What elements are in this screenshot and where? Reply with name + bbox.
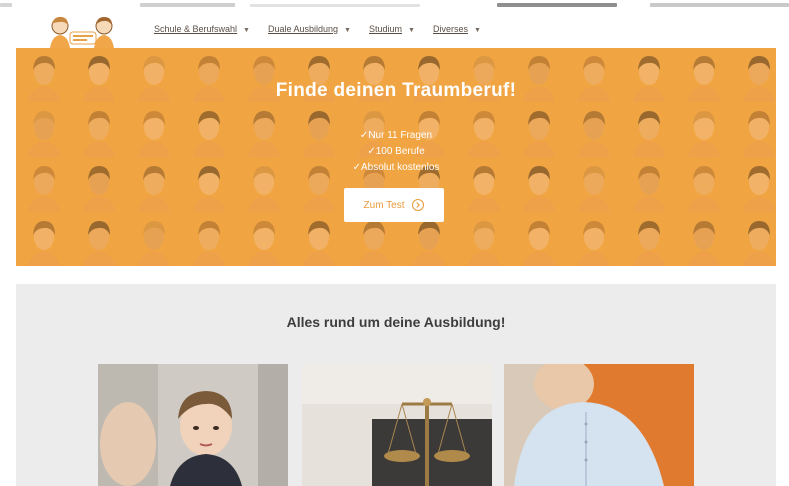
hero-title: Finde deinen Traumberuf!: [275, 80, 517, 101]
menu-item-studium[interactable]: Studium ▼: [369, 24, 415, 34]
strip-segment: [650, 3, 789, 7]
chevron-down-icon: ▼: [344, 27, 351, 34]
strip-segment: [140, 3, 235, 7]
menu-item-label: Duale Ausbildung: [267, 24, 339, 34]
zum-test-button[interactable]: Zum Test: [344, 188, 444, 222]
man-in-shirt-image: [504, 364, 694, 486]
menu-item-duale-ausbildung[interactable]: Duale Ausbildung ▼: [268, 24, 351, 34]
menu-item-label: Diverses: [432, 24, 468, 34]
section-title: Alles rund um deine Ausbildung!: [286, 314, 506, 330]
site-logo[interactable]: [42, 14, 124, 50]
card-woman-thinking[interactable]: [98, 364, 288, 486]
chevron-down-icon: ▼: [243, 27, 250, 34]
site-header: Schule & Berufswahl ▼ Duale Ausbildung ▼ S…: [0, 12, 789, 48]
card-man-in-shirt[interactable]: [504, 364, 694, 486]
strip-segment: [497, 3, 617, 7]
main-menu: Schule & Berufswahl ▼ Duale Ausbildung ▼ S…: [154, 24, 481, 34]
arrow-right-circle-icon: [412, 199, 425, 211]
menu-item-label: Schule & Berufswahl: [154, 24, 238, 34]
menu-item-diverses[interactable]: Diverses ▼: [433, 24, 481, 34]
browser-top-strip: [0, 0, 789, 12]
strip-segment: [250, 4, 420, 7]
zum-test-label: Zum Test: [363, 199, 405, 211]
chevron-down-icon: ▼: [473, 27, 481, 34]
menu-item-schule[interactable]: Schule & Berufswahl ▼: [154, 24, 250, 34]
hero-banner: Finde deinen Traumberuf! Nur 11 Fragen 1…: [16, 48, 776, 266]
hero-bullet: Absolut kostenlos: [16, 160, 776, 176]
hero-bullet: Nur 11 Fragen: [16, 128, 776, 144]
justice-scales-image: [302, 364, 492, 486]
chevron-down-icon: ▼: [408, 27, 415, 34]
menu-item-label: Studium: [368, 24, 403, 34]
card-justice-scales[interactable]: [302, 364, 492, 486]
hero-bullet: 100 Berufe: [16, 144, 776, 160]
hero-bullet-list: Nur 11 Fragen 100 Berufe Absolut kostenl…: [16, 128, 776, 176]
woman-thinking-image: [98, 364, 288, 486]
strip-segment: [0, 3, 12, 7]
ausbildung-section: Alles rund um deine Ausbildung!: [16, 284, 776, 486]
logo-illustration: [50, 16, 114, 48]
